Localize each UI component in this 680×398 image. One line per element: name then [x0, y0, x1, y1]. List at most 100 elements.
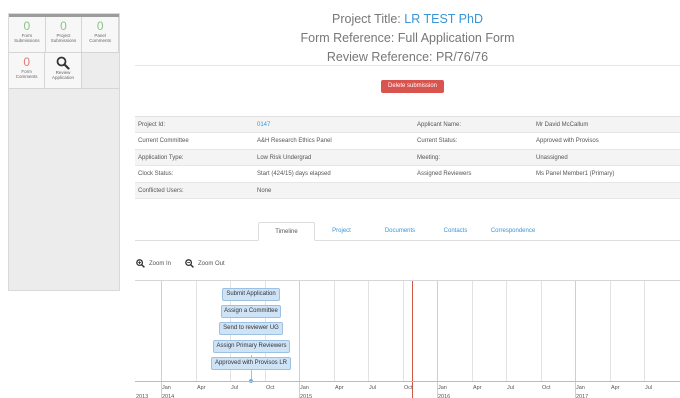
- gridline: [472, 281, 473, 381]
- tile-form-submissions[interactable]: 0 Form Submissions: [9, 17, 46, 53]
- axis-tick-label: Jan: [300, 385, 309, 391]
- gridline: [610, 281, 611, 381]
- detail-value: A&H Research Ethics Panel: [257, 138, 332, 145]
- axis-year-label: 2016: [438, 394, 451, 398]
- tile-empty: [81, 53, 119, 89]
- form-reference: Form Reference: Full Application Form: [300, 31, 515, 45]
- tile-count: 0: [60, 19, 67, 33]
- detail-value: Start (424/15) days elapsed: [257, 171, 331, 178]
- table-row: Project Id: 0147 Applicant Name: Mr Davi…: [135, 117, 680, 134]
- tab-contacts[interactable]: Contacts: [437, 222, 474, 241]
- detail-label: [414, 183, 533, 198]
- tile-count: 0: [96, 19, 104, 33]
- detail-label: Current Status:: [417, 138, 458, 145]
- zoom-in-icon: [136, 259, 145, 268]
- tile-review-application[interactable]: Review Application: [45, 53, 82, 89]
- detail-value: Low Risk Undergrad: [257, 154, 312, 161]
- gridline: [644, 281, 645, 381]
- timeline-event[interactable]: Assign a Committee: [221, 305, 281, 318]
- sidebar: 0 Form Submissions 0 Project Submissions…: [8, 13, 120, 291]
- detail-label: Application Type:: [138, 154, 184, 161]
- tile-label: Application: [52, 75, 75, 80]
- axis-tick-label: Oct: [542, 385, 551, 391]
- header-divider: [135, 65, 680, 66]
- detail-value: Unassigned: [536, 154, 568, 161]
- zoom-out-icon: [185, 259, 194, 268]
- tile-label: Submissions: [14, 38, 40, 43]
- timeline-event[interactable]: Assign Primary Reviewers: [213, 340, 290, 353]
- axis-tick-label: Jul: [369, 385, 377, 391]
- axis-tick-label: Jul: [231, 385, 239, 391]
- axis-tick-label: Oct: [266, 385, 275, 391]
- details-table: Project Id: 0147 Applicant Name: Mr Davi…: [135, 116, 680, 199]
- detail-value: [533, 183, 680, 198]
- zoom-out-button[interactable]: Zoom Out: [185, 259, 225, 268]
- timeline-event[interactable]: Submit Application: [222, 288, 280, 301]
- timeline-event[interactable]: Send to reviewer UG: [219, 322, 283, 335]
- detail-label: Meeting:: [417, 154, 441, 161]
- tile-form-comments[interactable]: 0 Form Comments: [9, 53, 46, 89]
- detail-value: Approved with Provisos: [536, 138, 599, 145]
- zoom-in-label: Zoom In: [149, 260, 172, 267]
- tile-project-submissions[interactable]: 0 Project Submissions: [45, 17, 83, 53]
- tab-project[interactable]: Project: [320, 222, 363, 241]
- detail-label: Project Id:: [138, 122, 166, 128]
- detail-label: Clock Status:: [138, 171, 174, 178]
- axis-tick-label: Oct: [404, 385, 413, 391]
- project-title-prefix: Project Title:: [332, 12, 405, 26]
- axis-year-label: 2015: [300, 394, 313, 398]
- axis-tick-label: Jan: [162, 385, 171, 391]
- detail-value: Ms Panel Member1 (Primary): [536, 171, 615, 178]
- table-row: Current Committee A&H Research Ethics Pa…: [135, 133, 680, 150]
- tile-label: Comments: [89, 38, 112, 43]
- axis-year-label: 2013: [136, 394, 149, 398]
- tile-label: Submissions: [50, 38, 77, 43]
- gridline: [541, 281, 542, 381]
- detail-label: Applicant Name:: [417, 122, 462, 128]
- gridline: [506, 281, 507, 381]
- table-row: Conflicted Users: None: [135, 182, 680, 199]
- detail-value: None: [257, 187, 272, 194]
- project-id-link[interactable]: 0147: [254, 117, 414, 132]
- zoom-out-label: Zoom Out: [198, 260, 225, 267]
- detail-value: Mr David McCallum: [536, 122, 589, 128]
- timeline-event[interactable]: Approved with Provisos LR: [211, 357, 291, 370]
- tile-count: 0: [23, 19, 31, 33]
- delete-submission-button[interactable]: Delete submission: [381, 80, 444, 93]
- axis-tick-label: Jul: [645, 385, 653, 391]
- gridline: [334, 281, 335, 381]
- tab-correspondence[interactable]: Correspondence: [485, 222, 541, 241]
- detail-label: Conflicted Users:: [138, 187, 184, 194]
- gridline: [196, 281, 197, 381]
- project-title: Project Title: LR TEST PhD: [135, 10, 680, 29]
- tab-bar: Timeline Project Documents Contacts Corr…: [135, 222, 680, 241]
- axis-year-label: 2017: [576, 394, 589, 398]
- tab-timeline[interactable]: Timeline: [258, 222, 315, 241]
- zoom-in-button[interactable]: Zoom In: [136, 259, 171, 268]
- timeline[interactable]: Submit Application Assign a Committee Se…: [135, 280, 680, 398]
- detail-label: Current Committee: [138, 138, 189, 145]
- sidebar-tile-row-2: 0 Form Comments Review Application: [9, 53, 119, 89]
- tab-documents[interactable]: Documents: [376, 222, 424, 241]
- axis-tick-label: Apr: [335, 385, 344, 391]
- sidebar-tile-row-1: 0 Form Submissions 0 Project Submissions…: [9, 17, 120, 53]
- table-row: Application Type: Low Risk Undergrad Mee…: [135, 149, 680, 167]
- axis-tick-label: Jan: [576, 385, 585, 391]
- tile-count: 0: [23, 55, 31, 69]
- axis-tick-label: Apr: [197, 385, 206, 391]
- tile-panel-comments[interactable]: 0 Panel Comments: [82, 17, 120, 53]
- gridline: [403, 281, 404, 381]
- magnifier-icon: [56, 56, 70, 70]
- page-header: Project Title: LR TEST PhD Form Referenc…: [135, 10, 680, 67]
- axis-tick-label: Apr: [473, 385, 482, 391]
- axis-tick-label: Jul: [507, 385, 515, 391]
- gridline: [368, 281, 369, 381]
- timeline-axis: [135, 381, 680, 382]
- detail-label: Assigned Reviewers: [417, 171, 472, 178]
- axis-tick-label: Apr: [611, 385, 620, 391]
- axis-year-label: 2014: [162, 394, 175, 398]
- table-row: Clock Status: Start (424/15) days elapse…: [135, 166, 680, 183]
- tile-label: Comments: [15, 74, 38, 79]
- project-title-link[interactable]: LR TEST PhD: [404, 12, 483, 26]
- axis-tick-label: Jan: [438, 385, 447, 391]
